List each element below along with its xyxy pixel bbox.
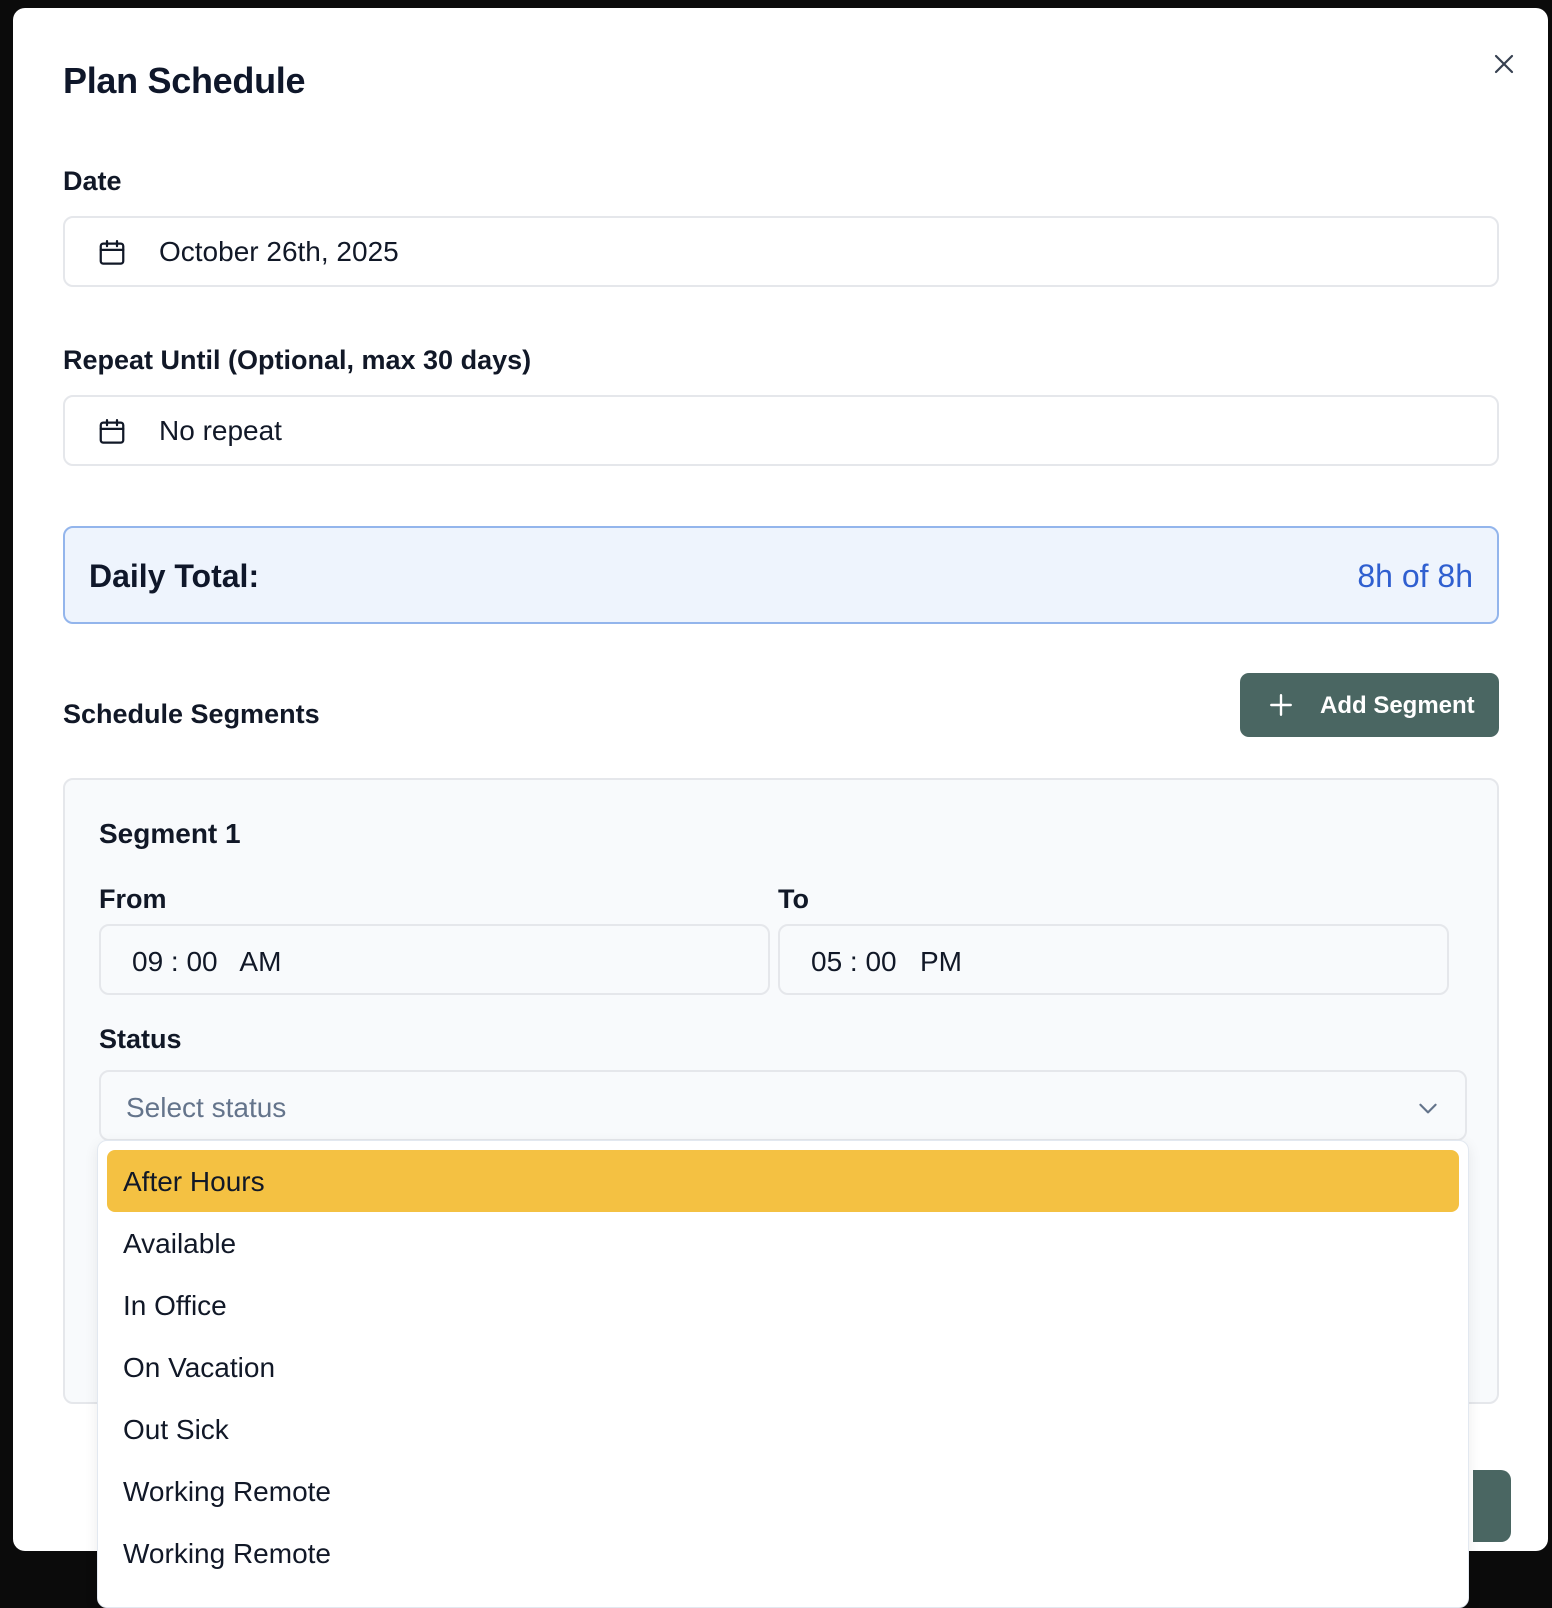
close-icon [1494,54,1514,74]
option-label: Out Sick [123,1414,229,1445]
option-label: Available [123,1228,237,1259]
to-time-value: 05 : 00 PM [811,946,962,977]
option-label: In Office [123,1290,227,1321]
status-option-on-vacation[interactable]: On Vacation [107,1336,1459,1398]
status-select[interactable]: Select status [99,1070,1467,1141]
option-label: On Vacation [123,1352,276,1383]
plus-icon [1270,694,1292,716]
status-option-after-hours[interactable]: After Hours [107,1150,1459,1212]
from-time-input[interactable]: 09 : 00 AM [99,924,770,995]
option-label: Working Remote [123,1476,332,1507]
status-option-in-office[interactable]: In Office [107,1274,1459,1336]
option-label: Working Remote [123,1538,332,1569]
option-label: After Hours [123,1166,265,1197]
daily-total-label: Daily Total: [89,558,260,594]
daily-total-panel: Daily Total: 8h of 8h [63,526,1499,624]
status-option-working-remote[interactable]: Working Remote [107,1460,1459,1522]
repeat-until-picker-button[interactable]: No repeat [63,395,1499,466]
chevron-down-icon [1419,1103,1437,1114]
date-label: Date [63,166,122,196]
segment-title: Segment 1 [99,818,241,849]
to-label: To [778,884,809,914]
from-time-value: 09 : 00 AM [132,946,282,977]
from-label: From [99,884,167,914]
status-dropdown-menu: After Hours Available In Office On Vacat… [97,1140,1469,1608]
status-option-out-sick[interactable]: Out Sick [107,1398,1459,1460]
repeat-until-label: Repeat Until (Optional, max 30 days) [63,345,532,375]
dialog-title: Plan Schedule [63,60,306,101]
to-time-input[interactable]: 05 : 00 PM [778,924,1449,995]
save-button[interactable] [1473,1470,1511,1542]
status-option-working-remote-2[interactable]: Working Remote [107,1522,1459,1584]
calendar-icon [99,419,125,444]
date-value: October 26th, 2025 [159,235,399,267]
add-segment-button[interactable]: Add Segment [1240,673,1499,737]
schedule-segments-heading: Schedule Segments [63,699,320,729]
calendar-icon [99,240,125,265]
date-picker-button[interactable]: October 26th, 2025 [63,216,1499,287]
status-placeholder: Select status [126,1092,287,1123]
repeat-until-value: No repeat [159,414,282,446]
close-button[interactable] [1486,46,1522,82]
status-option-available[interactable]: Available [107,1212,1459,1274]
add-segment-label: Add Segment [1320,692,1475,719]
status-label: Status [99,1024,182,1054]
daily-total-value: 8h of 8h [1357,558,1473,594]
